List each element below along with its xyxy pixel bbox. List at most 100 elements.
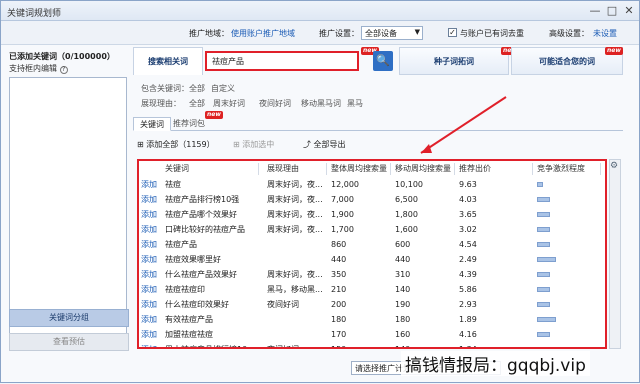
result-subtabs: 关键词 推荐词包 new bbox=[133, 111, 623, 131]
reason-darkhorse[interactable]: 黑马 bbox=[347, 98, 363, 109]
add-keyword-link[interactable]: 添加 bbox=[141, 312, 157, 327]
mobile-search-cell: 140 bbox=[395, 285, 411, 294]
reason-night[interactable]: 夜间好词 bbox=[259, 98, 291, 109]
add-selected-button[interactable]: ⊞ 添加选中 bbox=[233, 139, 274, 150]
mobile-search-cell: 140 bbox=[395, 342, 410, 347]
tab-keyword-package[interactable]: 推荐词包 bbox=[167, 117, 211, 131]
mobile-search-cell: 10,100 bbox=[395, 180, 423, 189]
mobile-search-cell: 1,800 bbox=[395, 210, 418, 219]
preview-estimate-button[interactable]: 查看预估 bbox=[9, 333, 129, 351]
total-search-cell: 180 bbox=[331, 315, 347, 324]
keyword-cell: 祛痘效果哪里好 bbox=[165, 255, 221, 264]
add-keyword-link[interactable]: 添加 bbox=[141, 207, 157, 222]
add-keyword-link[interactable]: 添加 bbox=[141, 177, 157, 192]
search-input[interactable]: 祛痘产品 bbox=[205, 51, 359, 71]
close-button[interactable]: ✕ bbox=[621, 4, 637, 18]
export-all-button[interactable]: ⤴ 全部导出 bbox=[303, 139, 346, 150]
maximize-button[interactable]: □ bbox=[604, 4, 620, 18]
competition-bar bbox=[537, 182, 543, 187]
include-custom[interactable]: 自定义 bbox=[211, 83, 235, 94]
edit-hint-text: 支持框内编辑 bbox=[9, 64, 57, 73]
gear-icon[interactable]: ⚙ bbox=[609, 161, 619, 171]
add-keyword-link[interactable]: 添加 bbox=[141, 192, 157, 207]
table-row: 添加 加盟祛痘祛痘 170 160 4.16 bbox=[139, 327, 605, 342]
mobile-search-cell: 600 bbox=[395, 240, 411, 249]
total-search-cell: 210 bbox=[331, 285, 347, 294]
add-keyword-link[interactable]: 添加 bbox=[141, 282, 157, 297]
reason-mobile-darkhorse[interactable]: 移动黑马词 bbox=[301, 98, 341, 109]
table-row: 添加 祛痘产品 860 600 4.54 bbox=[139, 237, 605, 252]
bid-cell: 2.93 bbox=[459, 300, 477, 309]
col-total-search[interactable]: 整体周均搜索量 bbox=[329, 163, 391, 175]
help-icon[interactable]: ? bbox=[59, 66, 68, 74]
add-keyword-link[interactable]: 添加 bbox=[141, 297, 157, 312]
reason-cell: 夜间好词 bbox=[267, 342, 299, 347]
col-mobile-search[interactable]: 移动周均搜索量 bbox=[393, 163, 455, 175]
bid-cell: 4.03 bbox=[459, 195, 477, 204]
table-scrollbar[interactable] bbox=[609, 159, 621, 349]
col-keyword[interactable]: 关键词 bbox=[163, 163, 259, 175]
reason-cell: 周末好词，夜... bbox=[267, 210, 323, 219]
col-reason[interactable]: 展现理由 bbox=[265, 163, 327, 175]
table-row: 添加 祛痘祛痘印 黑马，移动黑... 210 140 5.86 bbox=[139, 282, 605, 297]
dedupe-checkbox[interactable]: ✓ bbox=[448, 28, 457, 37]
table-row: 添加 有效祛痘产品 180 180 1.89 bbox=[139, 312, 605, 327]
area-link[interactable]: 使用账户推广地域 bbox=[231, 28, 295, 39]
mobile-search-cell: 440 bbox=[395, 255, 411, 264]
competition-bar bbox=[537, 272, 550, 277]
keyword-cell: 什么祛痘印效果好 bbox=[165, 300, 229, 309]
keyword-cell: 加盟祛痘祛痘 bbox=[165, 330, 213, 339]
total-search-cell: 1,900 bbox=[331, 210, 354, 219]
add-all-button[interactable]: ⊞ 添加全部（1159） bbox=[137, 139, 215, 150]
export-icon: ⤴ bbox=[303, 140, 314, 149]
search-button[interactable]: 🔍 bbox=[373, 51, 393, 71]
bid-cell: 1.89 bbox=[459, 315, 477, 324]
mobile-search-cell: 160 bbox=[395, 330, 411, 339]
new-badge: new bbox=[205, 111, 223, 119]
reason-weekend[interactable]: 周末好词 bbox=[213, 98, 245, 109]
table-row: 添加 祛痘效果哪里好 440 440 2.49 bbox=[139, 252, 605, 267]
added-title: 已添加关键词（0/100000） bbox=[9, 52, 115, 61]
keyword-group-button[interactable]: 关键词分组 bbox=[9, 309, 129, 327]
total-search-cell: 350 bbox=[331, 270, 347, 279]
tab-keywords[interactable]: 关键词 bbox=[133, 117, 171, 131]
include-all[interactable]: 全部 bbox=[189, 83, 205, 94]
main-panel: 搜索相关词 祛痘产品 new 🔍 种子词拓词 new 可能适合您的词 new 包… bbox=[133, 47, 639, 381]
total-search-cell: 200 bbox=[331, 300, 347, 309]
watermark: 搞钱情报局：gqqbj.vip bbox=[401, 351, 590, 376]
add-keyword-link[interactable]: 添加 bbox=[141, 327, 157, 342]
total-search-cell: 170 bbox=[331, 330, 347, 339]
table-row: 添加 祛痘 周末好词，夜... 12,000 10,100 9.63 bbox=[139, 177, 605, 192]
advanced-link[interactable]: 未设置 bbox=[593, 28, 617, 39]
added-keywords-textarea[interactable] bbox=[9, 77, 127, 337]
keyword-cell: 口碑比较好的祛痘产品 bbox=[165, 225, 245, 234]
tab-search-related[interactable]: 搜索相关词 bbox=[133, 47, 203, 75]
add-selected-label: 添加选中 bbox=[242, 140, 275, 149]
add-keyword-link[interactable]: 添加 bbox=[141, 237, 157, 252]
keyword-cell: 祛痘产品哪个效果好 bbox=[165, 210, 237, 219]
table-row: 添加 祛痘产品排行榜10强 周末好词，夜... 7,000 6,500 4.03 bbox=[139, 192, 605, 207]
reason-cell: 周末好词，夜... bbox=[267, 225, 323, 234]
add-keyword-link[interactable]: 添加 bbox=[141, 342, 157, 347]
add-keyword-link[interactable]: 添加 bbox=[141, 267, 157, 282]
keyword-cell: 祛痘产品排行榜10强 bbox=[165, 195, 240, 204]
bid-cell: 3.65 bbox=[459, 210, 477, 219]
add-icon: ⊞ bbox=[233, 140, 243, 149]
competition-bar bbox=[537, 317, 556, 322]
add-keyword-link[interactable]: 添加 bbox=[141, 222, 157, 237]
device-select[interactable]: 全部设备 ▼ bbox=[361, 26, 423, 40]
tab-seed-expand[interactable]: 种子词拓词 bbox=[399, 47, 509, 75]
device-label: 推广设置： bbox=[319, 29, 359, 38]
add-keyword-link[interactable]: 添加 bbox=[141, 252, 157, 267]
bid-cell: 4.16 bbox=[459, 330, 477, 339]
reason-all[interactable]: 全部 bbox=[189, 98, 205, 109]
mobile-search-cell: 190 bbox=[395, 300, 411, 309]
search-icon: 🔍 bbox=[376, 54, 390, 67]
table-row: 添加 口碑比较好的祛痘产品 周末好词，夜... 1,700 1,600 3.02 bbox=[139, 222, 605, 237]
minimize-button[interactable]: — bbox=[587, 4, 603, 18]
col-competition[interactable]: 竞争激烈程度 bbox=[535, 163, 601, 175]
col-bid[interactable]: 推荐出价 bbox=[457, 163, 533, 175]
bid-cell: 5.86 bbox=[459, 285, 477, 294]
chevron-down-icon: ▼ bbox=[414, 28, 420, 36]
bid-cell: 3.02 bbox=[459, 225, 477, 234]
